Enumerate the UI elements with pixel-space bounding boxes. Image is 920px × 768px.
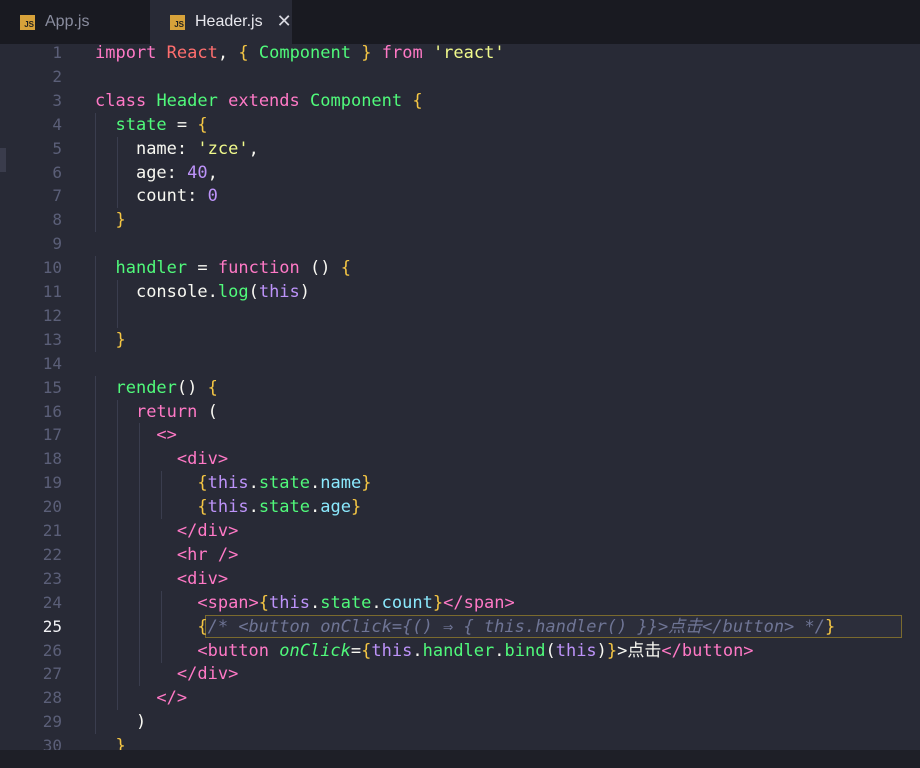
line-number: 6	[52, 162, 62, 182]
line-code: class Header extends Component {	[95, 90, 423, 111]
code-line[interactable]: 4 state = {	[0, 112, 920, 137]
code-line[interactable]: 3 class Header extends Component {	[0, 89, 920, 113]
code-line[interactable]: 23 <div>	[0, 566, 920, 591]
code-line[interactable]: 21 </div>	[0, 519, 920, 543]
line-code: {this.state.age}	[197, 497, 362, 518]
tab-bar: JS App.js JS Header.js ✕	[0, 0, 920, 44]
indent-guide	[117, 303, 118, 328]
line-number: 22	[42, 544, 62, 564]
line-number: 14	[42, 353, 62, 373]
tab-app-js[interactable]: JS App.js	[0, 0, 150, 44]
code-line[interactable]: 30 }	[0, 734, 920, 750]
code-line[interactable]: 9	[0, 232, 920, 256]
line-number: 8	[52, 210, 62, 230]
line-number: 23	[42, 568, 62, 588]
tab-header-js[interactable]: JS Header.js ✕	[150, 0, 292, 44]
code-line[interactable]: 20 {this.state.age}	[0, 495, 920, 520]
line-number: 29	[42, 712, 62, 732]
code-line[interactable]: 2	[0, 65, 920, 89]
code-line[interactable]: 19 {this.state.name}	[0, 471, 920, 496]
line-code: </>	[156, 688, 188, 709]
line-number: 7	[52, 186, 62, 206]
line-code: </div>	[176, 521, 239, 541]
code-line[interactable]: 24 <span>{this.state.count}</span>	[0, 590, 920, 615]
line-code: <div>	[176, 568, 229, 589]
code-line[interactable]: 8 }	[0, 208, 920, 233]
code-line[interactable]: 10 handler = function () {	[0, 256, 920, 281]
line-number: 5	[52, 138, 62, 158]
code-line[interactable]: 27 </div>	[0, 662, 920, 687]
line-number: 15	[42, 377, 62, 397]
code-line[interactable]: 28 </>	[0, 686, 920, 711]
line-code: <>	[156, 425, 177, 446]
line-number: 19	[42, 473, 62, 493]
line-code: {this.state.name}	[197, 473, 372, 494]
line-code: <span>{this.state.count}</span>	[197, 592, 515, 613]
code-line[interactable]: 14	[0, 352, 920, 376]
code-line[interactable]: 17 <>	[0, 423, 920, 448]
code-editor-window: JS App.js JS Header.js ✕ 1 import React, …	[0, 0, 920, 768]
code-line[interactable]: 22 <hr />	[0, 542, 920, 567]
line-number: 4	[52, 114, 62, 134]
line-number: 12	[42, 305, 62, 325]
line-code: handler = function () {	[115, 258, 352, 279]
code-line[interactable]: 7 count: 0	[0, 184, 920, 209]
line-number: 11	[42, 282, 62, 301]
indent-guide	[95, 303, 96, 328]
line-code: count: 0	[135, 186, 218, 207]
close-icon[interactable]: ✕	[277, 13, 292, 31]
line-number: 24	[42, 592, 62, 612]
line-code: <button onClick={this.handler.bind(this)…	[197, 640, 754, 661]
line-number: 2	[52, 66, 62, 86]
tab-label: App.js	[45, 13, 90, 30]
code-line[interactable]: 29 )	[0, 710, 920, 735]
code-line[interactable]: 11 console.log(this)	[0, 280, 920, 304]
line-number: 9	[52, 234, 62, 254]
line-code: )	[135, 712, 147, 733]
javascript-file-icon: JS	[20, 14, 35, 30]
line-code: return (	[135, 401, 218, 422]
code-line[interactable]: 15 render() {	[0, 375, 920, 400]
line-code: <hr />	[176, 544, 239, 565]
line-code: age: 40,	[135, 162, 218, 183]
line-code: {/* <button onClick={() ⇒ { this.handler…	[197, 616, 836, 637]
line-number: 13	[42, 329, 62, 349]
code-line[interactable]: 6 age: 40,	[0, 160, 920, 185]
line-code: console.log(this)	[135, 282, 311, 302]
line-code: name: 'zce',	[135, 138, 259, 159]
line-code: }	[115, 210, 126, 231]
code-line[interactable]: 16 return (	[0, 399, 920, 424]
line-number: 20	[42, 497, 62, 517]
line-code: state = {	[115, 114, 208, 135]
line-code: render() {	[115, 377, 218, 398]
line-code: }	[115, 329, 126, 350]
line-number: 26	[42, 640, 62, 660]
line-number: 30	[42, 736, 62, 750]
code-line[interactable]: 26 <button onClick={this.handler.bind(th…	[0, 638, 920, 663]
line-number: 28	[42, 688, 62, 708]
line-number: 27	[42, 664, 62, 684]
line-number: 16	[42, 401, 62, 421]
code-line[interactable]: 1 import React, { Component } from 'react…	[0, 44, 920, 65]
line-code: import React, { Component } from 'react'	[95, 44, 505, 63]
code-line[interactable]: 12	[0, 303, 920, 328]
code-line[interactable]: 5 name: 'zce',	[0, 136, 920, 161]
line-number: 25	[42, 616, 62, 636]
code-line[interactable]: 25 {/* <button onClick={() ⇒ { this.hand…	[0, 614, 920, 639]
line-number: 17	[42, 425, 62, 445]
line-code: </div>	[176, 664, 239, 685]
line-number: 21	[42, 521, 62, 540]
code-line[interactable]: 18 <div>	[0, 447, 920, 472]
line-code: }	[115, 736, 126, 750]
tab-label: Header.js	[195, 13, 263, 30]
line-number: 18	[42, 449, 62, 469]
editor-bottom-bar	[0, 750, 920, 768]
line-number: 1	[52, 44, 62, 62]
code-line[interactable]: 13 }	[0, 327, 920, 352]
line-number: 10	[42, 258, 62, 278]
code-editor[interactable]: 1 import React, { Component } from 'react…	[0, 44, 920, 750]
line-code: <div>	[176, 449, 229, 470]
line-number: 3	[52, 90, 62, 110]
javascript-file-icon: JS	[170, 14, 185, 30]
